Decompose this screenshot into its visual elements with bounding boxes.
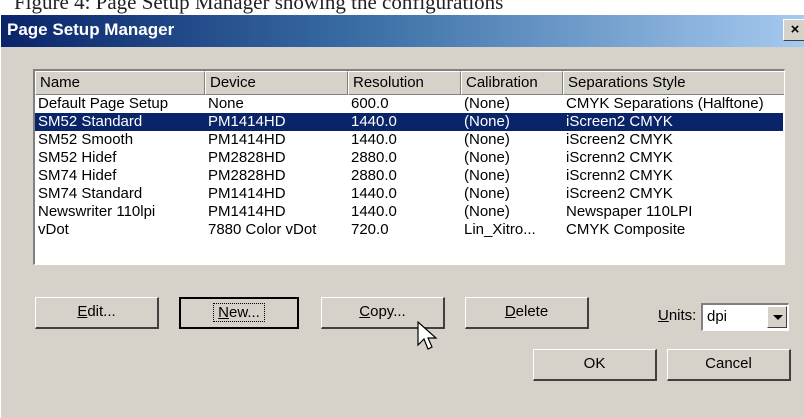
units-dropdown[interactable]: dpi	[701, 303, 789, 331]
row-resolution: 1440.0	[351, 131, 397, 148]
page-setup-dialog: Page Setup Manager × Name Device Resolut…	[0, 14, 804, 418]
mouse-pointer-icon	[417, 321, 438, 350]
row-resolution: 720.0	[351, 221, 389, 238]
close-button[interactable]: ×	[783, 19, 804, 41]
list-row[interactable]: Default Page Setup None 600.0 (None) CMYK Se…	[35, 95, 783, 113]
row-separations-style: iScreen2 CMYK	[566, 113, 673, 130]
row-calibration: (None)	[464, 113, 510, 130]
row-resolution: 2880.0	[351, 167, 397, 184]
row-resolution: 600.0	[351, 95, 389, 112]
close-icon: ×	[790, 21, 800, 38]
row-calibration: Lin_Xitro...	[464, 221, 536, 238]
cancel-button[interactable]: Cancel	[667, 349, 791, 381]
row-name: SM52 Smooth	[38, 131, 134, 148]
ok-button[interactable]: OK	[533, 349, 657, 381]
caption-strip: Figure 4: Page Setup Manager showing the…	[0, 0, 804, 15]
list-row[interactable]: SM52 Standard PM1414HD 1440.0 (None) iScreen…	[35, 113, 783, 131]
new-button[interactable]: New...	[179, 297, 299, 329]
column-header-calibration[interactable]: Calibration	[461, 71, 563, 95]
column-header-name[interactable]: Name	[35, 71, 205, 95]
window-title: Page Setup Manager	[7, 20, 175, 39]
row-calibration: (None)	[464, 185, 510, 202]
list-row[interactable]: SM74 Standard PM1414HD 1440.0 (None) iScreen…	[35, 185, 783, 203]
list-row[interactable]: SM74 Hidef PM2828HD 2880.0 (None) iScrenn2 C…	[35, 167, 783, 185]
list-header: Name Device Resolution Calibration Separ…	[35, 71, 784, 95]
row-separations-style: iScreen2 CMYK	[566, 131, 673, 148]
row-name: SM74 Standard	[38, 185, 143, 202]
row-device: PM2828HD	[208, 167, 286, 184]
row-device: PM2828HD	[208, 149, 286, 166]
row-device: None	[208, 95, 244, 112]
row-device: PM1414HD	[208, 131, 286, 148]
list-row[interactable]: SM52 Smooth PM1414HD 1440.0 (None) iScreen2 …	[35, 131, 783, 149]
list-row[interactable]: Newswriter 110lpi PM1414HD 1440.0 (None) New…	[35, 203, 783, 221]
row-resolution: 2880.0	[351, 149, 397, 166]
figure-caption: Figure 4: Page Setup Manager showing the…	[14, 0, 504, 14]
row-calibration: (None)	[464, 95, 510, 112]
page-setup-list[interactable]: Name Device Resolution Calibration Separ…	[33, 69, 785, 265]
row-device: 7880 Color vDot	[208, 221, 317, 238]
row-separations-style: CMYK Separations (Halftone)	[566, 95, 764, 112]
row-calibration: (None)	[464, 149, 510, 166]
units-label: Units:	[658, 307, 697, 324]
row-calibration: (None)	[464, 203, 510, 220]
chevron-down-icon[interactable]	[767, 306, 787, 328]
units-value: dpi	[707, 308, 728, 325]
column-header-device[interactable]: Device	[205, 71, 348, 95]
row-name: SM52 Standard	[38, 113, 143, 130]
row-resolution: 1440.0	[351, 113, 397, 130]
row-device: PM1414HD	[208, 185, 286, 202]
row-separations-style: iScrenn2 CMYK	[566, 167, 673, 184]
row-name: vDot	[38, 221, 69, 238]
list-row[interactable]: SM52 Hidef PM2828HD 2880.0 (None) iScrenn2 C…	[35, 149, 783, 167]
row-resolution: 1440.0	[351, 185, 397, 202]
row-calibration: (None)	[464, 167, 510, 184]
row-name: Default Page Setup	[38, 95, 169, 112]
row-name: Newswriter 110lpi	[38, 203, 156, 220]
row-device: PM1414HD	[208, 113, 286, 130]
column-header-separations-style[interactable]: Separations Style	[563, 71, 784, 95]
delete-button[interactable]: Delete	[465, 297, 589, 329]
row-separations-style: iScreen2 CMYK	[566, 185, 673, 202]
row-separations-style: CMYK Composite	[566, 221, 686, 238]
row-device: PM1414HD	[208, 203, 286, 220]
row-resolution: 1440.0	[351, 203, 397, 220]
row-name: SM52 Hidef	[38, 149, 117, 166]
row-separations-style: iScrenn2 CMYK	[566, 149, 673, 166]
row-name: SM74 Hidef	[38, 167, 117, 184]
list-row[interactable]: vDot 7880 Color vDot 720.0 Lin_Xitro... CMYK…	[35, 221, 783, 239]
edit-button[interactable]: Edit...	[35, 297, 159, 329]
title-bar[interactable]: Page Setup Manager ×	[1, 15, 804, 47]
column-header-resolution[interactable]: Resolution	[348, 71, 461, 95]
row-separations-style: Newspaper 110LPI	[566, 203, 693, 220]
row-calibration: (None)	[464, 131, 510, 148]
